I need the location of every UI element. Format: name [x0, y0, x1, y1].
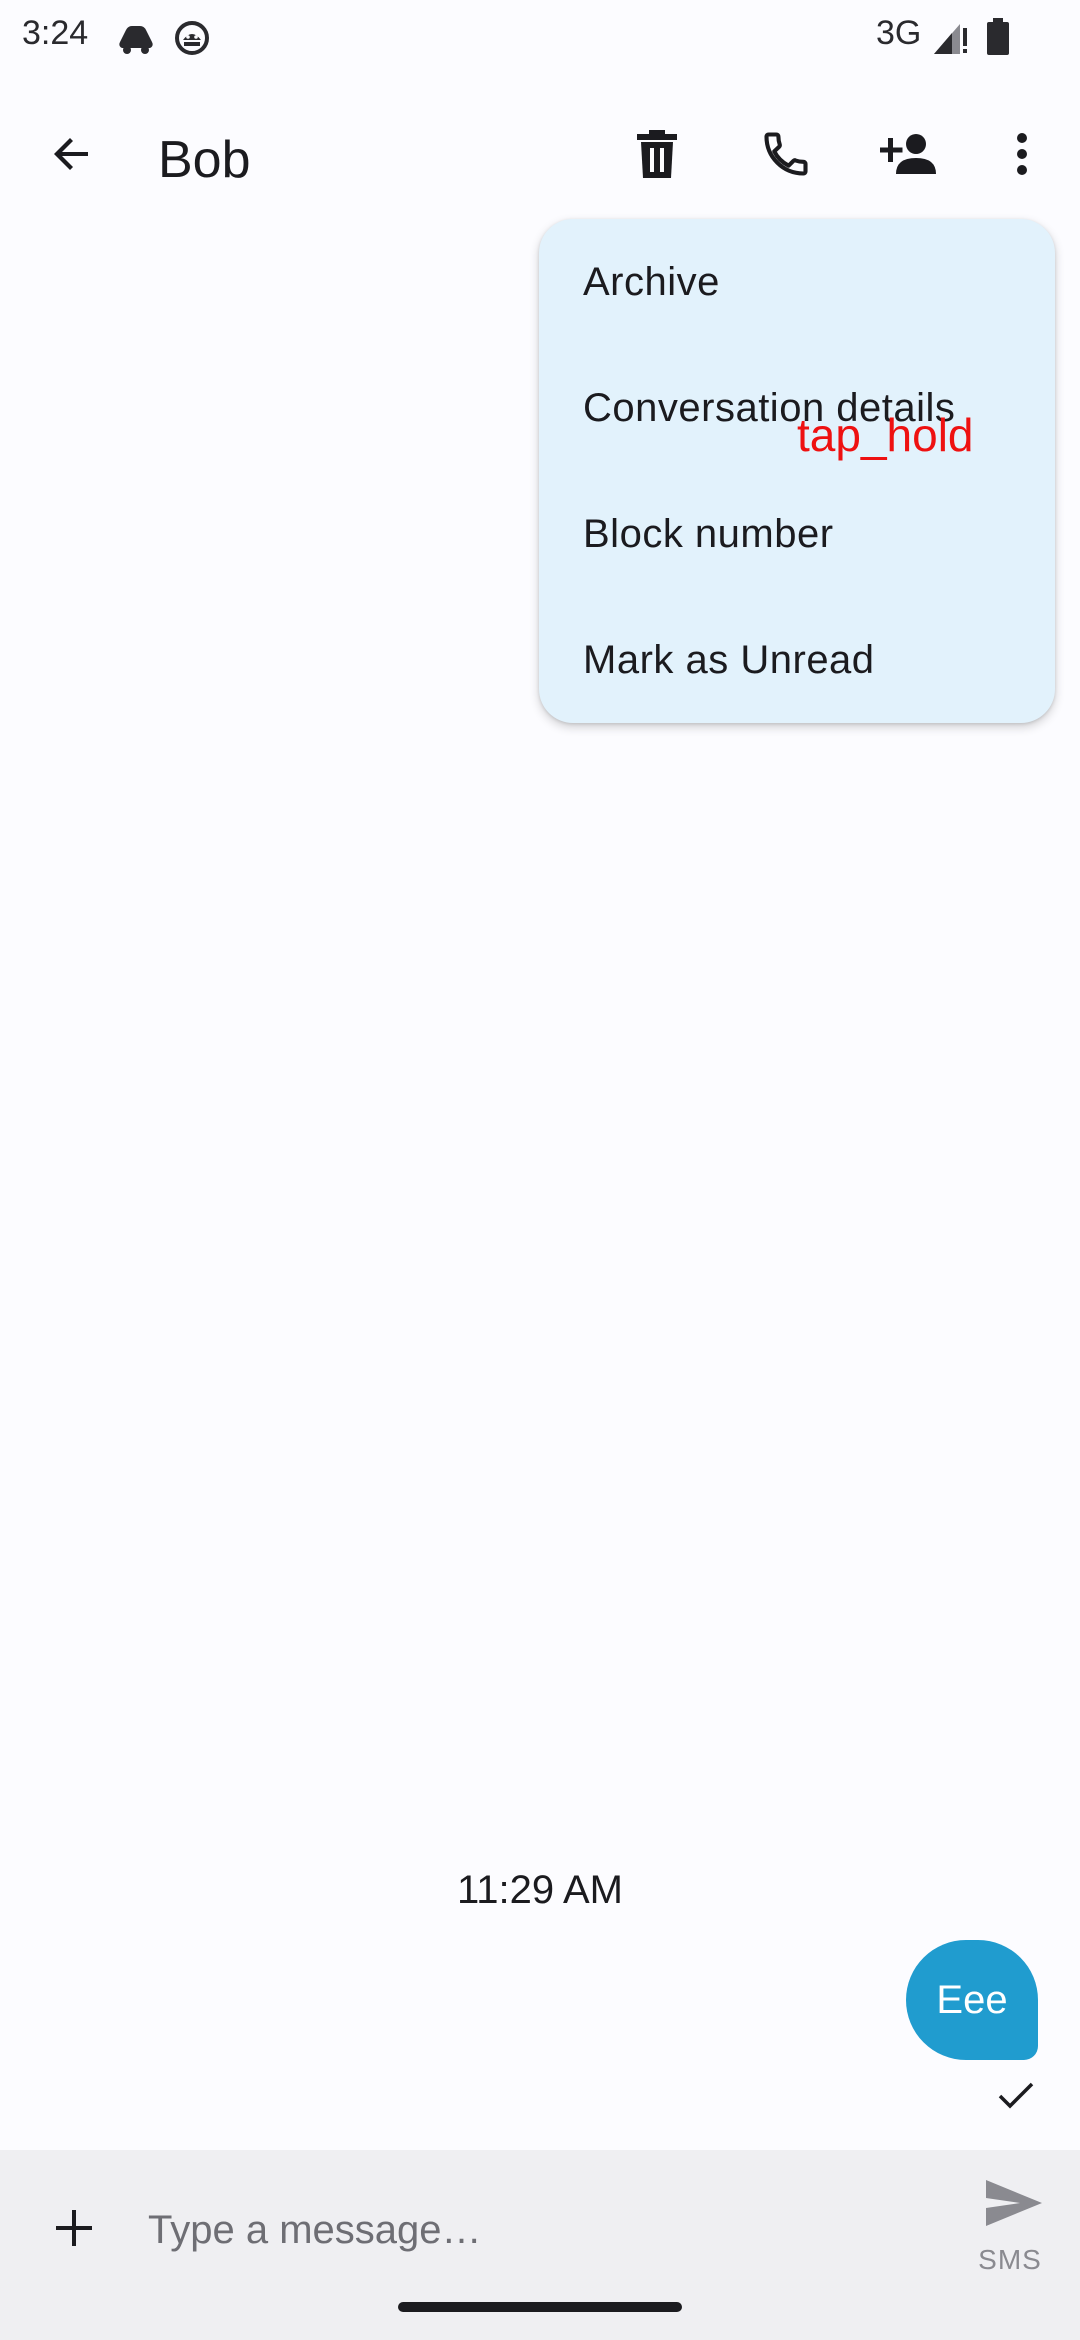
signal-icon: [930, 20, 970, 61]
status-time: 3:24: [22, 14, 89, 52]
back-button[interactable]: [24, 108, 120, 204]
conversation-app-bar: Bob: [0, 80, 1080, 236]
send-mode-label: SMS: [978, 2244, 1042, 2275]
overflow-menu: Archive Conversation details Block numbe…: [539, 219, 1055, 723]
contact-name[interactable]: Bob: [158, 130, 251, 190]
delete-button[interactable]: [609, 108, 705, 204]
back-arrow-icon: [48, 130, 96, 183]
battery-icon: [986, 18, 1010, 61]
more-options-button[interactable]: [974, 108, 1070, 204]
send-icon: [984, 2178, 1044, 2233]
gesture-annotation: tap_hold: [797, 409, 974, 461]
compose-bar: SMS: [0, 2150, 1080, 2340]
menu-item-block-number[interactable]: Block number: [539, 471, 1055, 597]
menu-item-label: Mark as Unread: [583, 637, 875, 682]
outgoing-message-bubble[interactable]: Eee: [906, 1940, 1038, 2060]
more-vert-icon: [1014, 130, 1030, 183]
call-button[interactable]: [738, 108, 834, 204]
attach-button[interactable]: [26, 2182, 122, 2278]
send-button[interactable]: SMS: [960, 2164, 1060, 2284]
notification-app-icon: [114, 20, 158, 61]
menu-item-label: Block number: [583, 511, 834, 556]
sent-check-icon: [996, 2080, 1036, 2117]
message-input[interactable]: [148, 2194, 908, 2266]
menu-item-archive[interactable]: Archive: [539, 219, 1055, 345]
menu-item-label: Archive: [583, 259, 720, 304]
delete-icon: [633, 128, 681, 185]
home-gesture-bar[interactable]: [398, 2302, 682, 2312]
add-contact-icon: [878, 130, 940, 183]
network-type: 3G: [876, 14, 922, 52]
phone-icon: [760, 128, 812, 185]
message-text: Eee: [936, 1977, 1008, 2022]
menu-item-mark-as-unread[interactable]: Mark as Unread: [539, 597, 1055, 723]
message-timestamp: 11:29 AM: [456, 1868, 624, 1912]
status-bar: 3:24 3G: [0, 0, 1080, 80]
add-contact-button[interactable]: [862, 108, 958, 204]
notification-android-icon: [174, 20, 210, 61]
add-icon: [54, 2208, 94, 2253]
